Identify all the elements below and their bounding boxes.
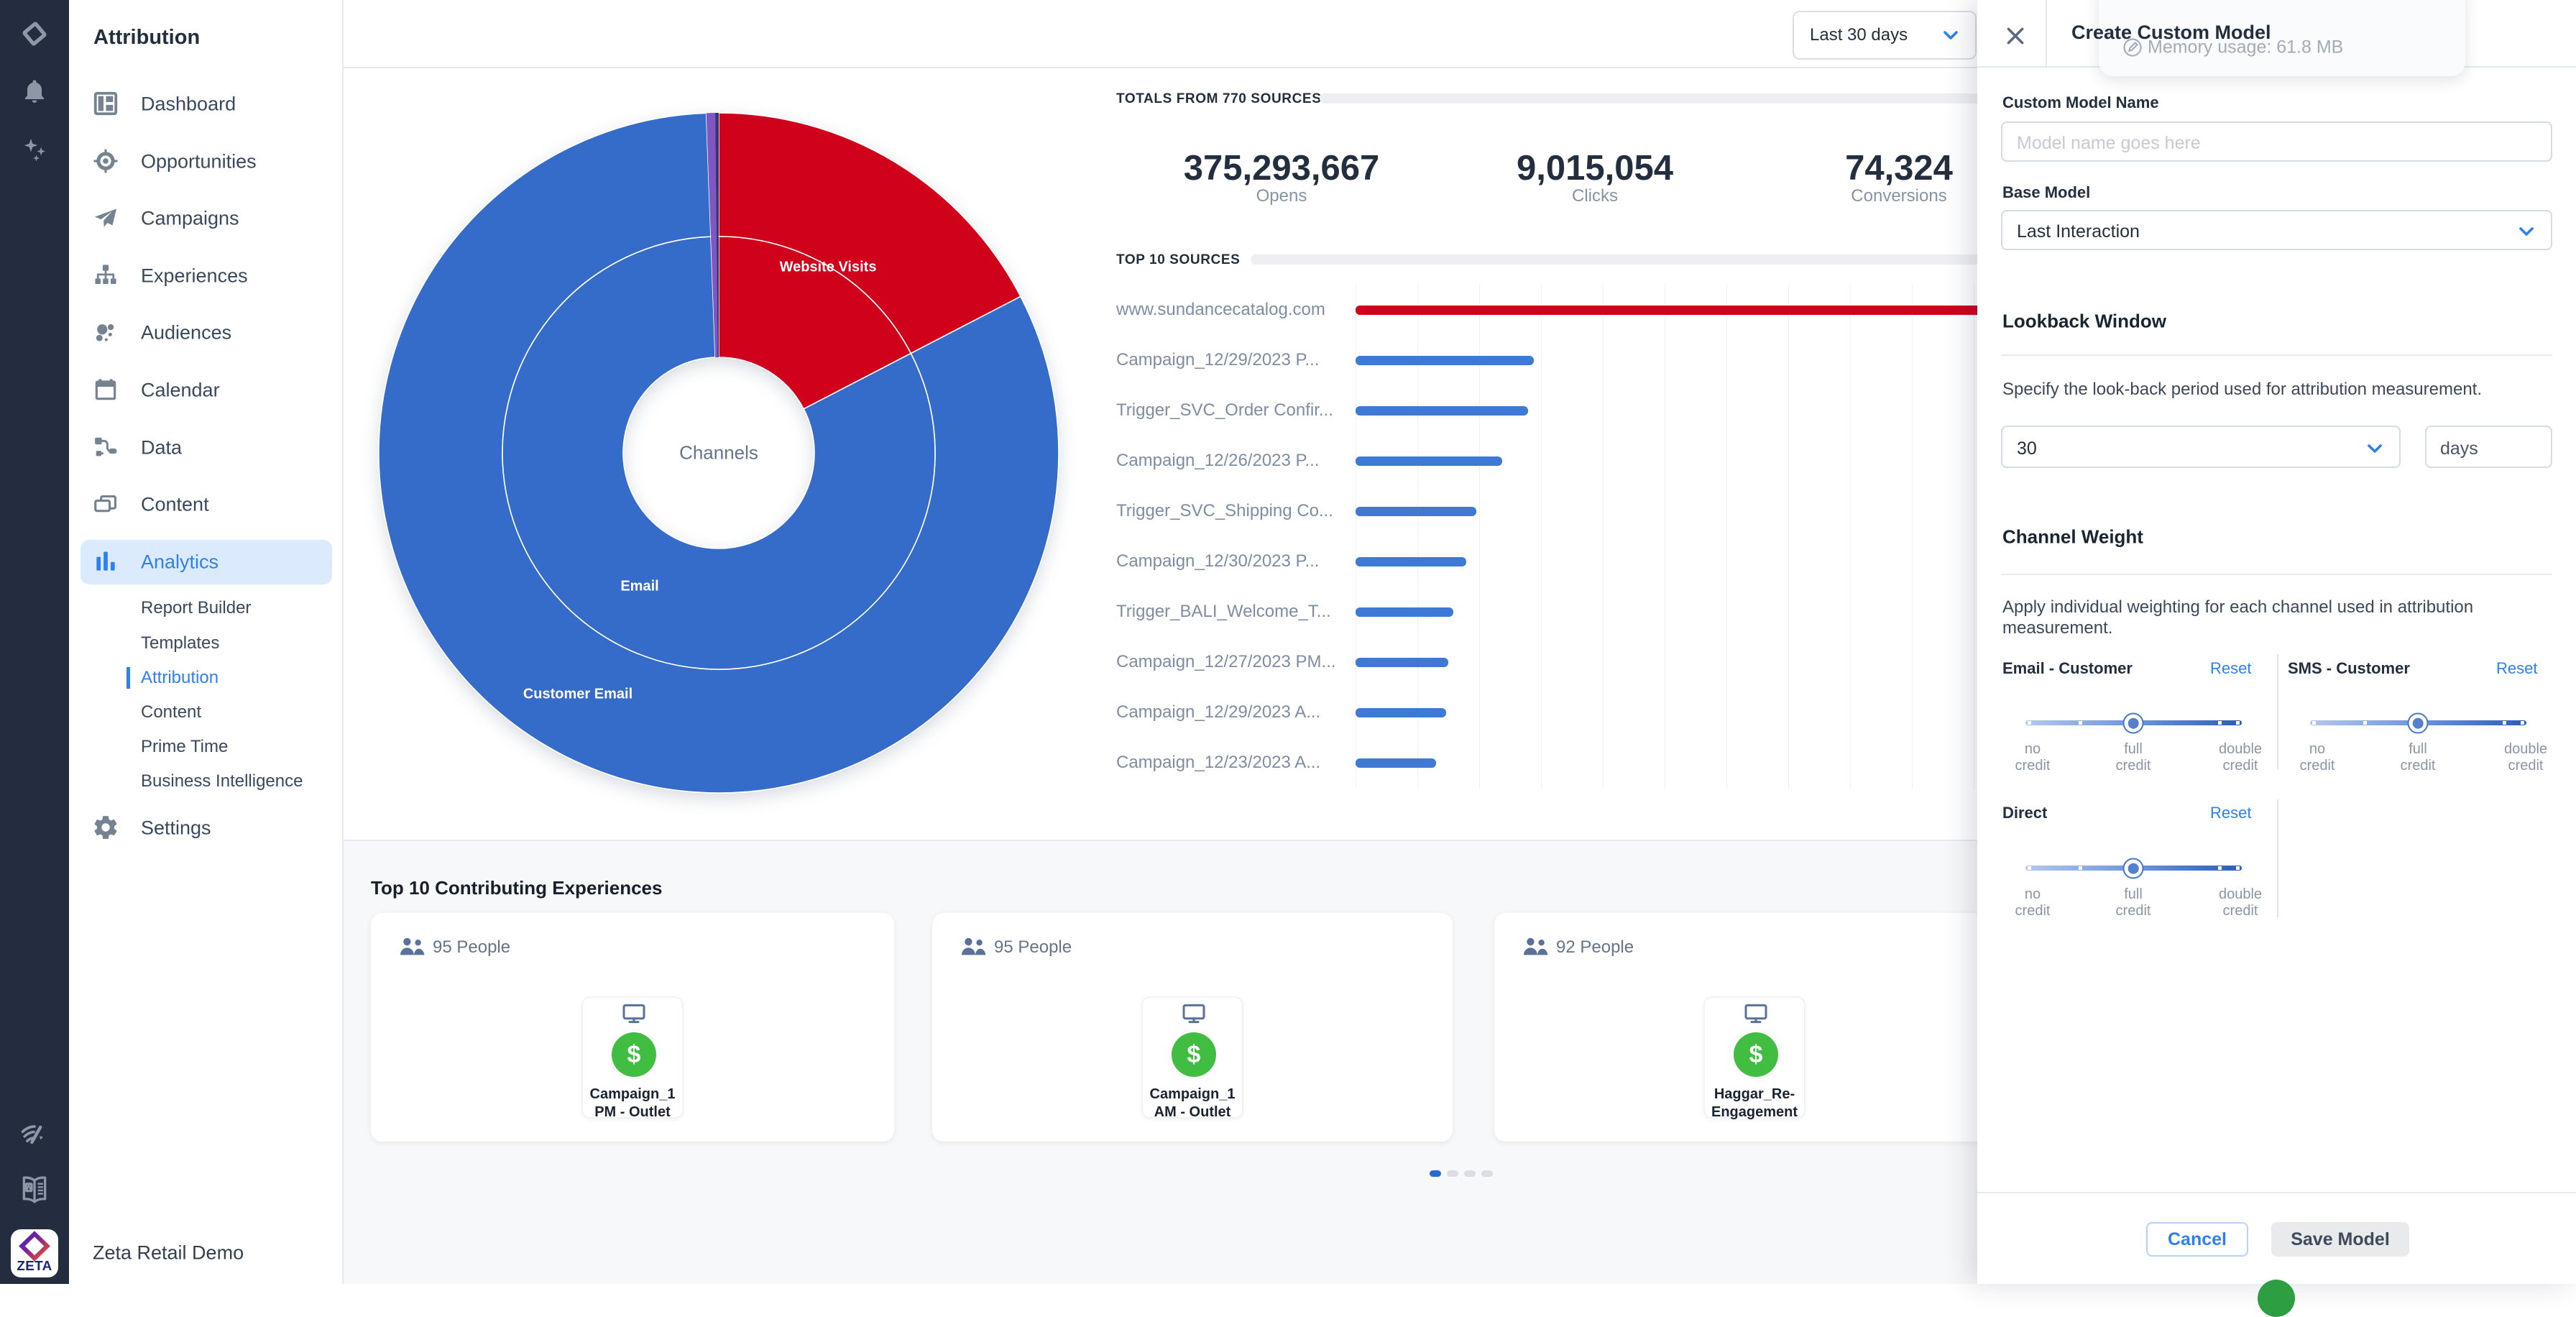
svg-text:ZETA: ZETA bbox=[17, 1258, 52, 1273]
